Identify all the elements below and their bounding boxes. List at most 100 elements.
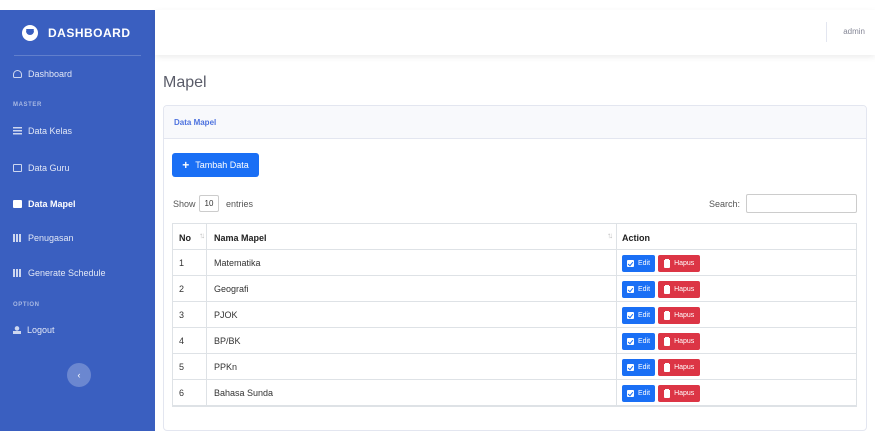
- cell-action: Edit Hapus: [617, 354, 858, 379]
- delete-label: Hapus: [674, 364, 695, 371]
- entries-length-select[interactable]: 10: [199, 195, 219, 212]
- search-label: Search:: [709, 199, 741, 209]
- cell-name: Matematika: [207, 250, 617, 275]
- cell-action: Edit Hapus: [617, 328, 858, 353]
- brand[interactable]: DASHBOARD: [0, 10, 155, 55]
- edit-button[interactable]: Edit: [622, 385, 656, 402]
- edit-button[interactable]: Edit: [622, 359, 656, 376]
- trash-icon: [664, 259, 671, 268]
- sidebar-divider: [14, 55, 141, 56]
- cell-no: 3: [173, 302, 207, 327]
- user-icon: [13, 326, 21, 334]
- cell-action: Edit Hapus: [617, 302, 858, 327]
- cell-name: Geografi: [207, 276, 617, 301]
- sidebar-item-dashboard[interactable]: Dashboard: [0, 64, 155, 84]
- edit-button[interactable]: Edit: [622, 307, 656, 324]
- delete-label: Hapus: [674, 312, 695, 319]
- chevron-left-icon: ‹: [77, 370, 81, 380]
- book-icon: [13, 200, 22, 208]
- edit-label: Edit: [638, 364, 651, 371]
- add-data-button[interactable]: + Tambah Data: [172, 153, 259, 177]
- user-menu[interactable]: admin: [843, 27, 865, 36]
- cell-action: Edit Hapus: [617, 250, 858, 275]
- header-label: Nama Mapel: [214, 233, 267, 243]
- sidebar-item-generate-schedule[interactable]: Generate Schedule: [0, 263, 155, 283]
- edit-button[interactable]: Edit: [622, 281, 656, 298]
- table-row: 1 Matematika Edit Hapus: [173, 250, 856, 276]
- delete-button[interactable]: Hapus: [658, 281, 701, 298]
- cell-name: BP/BK: [207, 328, 617, 353]
- dashboard-icon: [13, 70, 22, 78]
- table-body: 1 Matematika Edit Hapus 2 Geografi Edit Hapus 3 P…: [173, 250, 856, 406]
- edit-button[interactable]: Edit: [622, 333, 656, 350]
- trash-icon: [664, 389, 671, 398]
- sidebar-item-label: Logout: [27, 325, 55, 335]
- cell-action: Edit Hapus: [617, 380, 858, 405]
- sidebar-item-data-kelas[interactable]: Data Kelas: [0, 121, 155, 141]
- add-data-label: Tambah Data: [195, 160, 249, 170]
- column-header-action: Action: [617, 224, 858, 249]
- table-row: 4 BP/BK Edit Hapus: [173, 328, 856, 354]
- grid-icon: [13, 234, 22, 242]
- trash-icon: [664, 285, 671, 294]
- page-title: Mapel: [163, 74, 207, 91]
- mapel-table: No ↑↓ Nama Mapel ↑↓ Action 1 Matematika Ed…: [172, 223, 857, 407]
- sort-icon: ↑↓: [199, 231, 205, 240]
- card-header: Data Mapel: [164, 106, 866, 139]
- sidebar-item-label: Dashboard: [28, 69, 73, 79]
- delete-button[interactable]: Hapus: [658, 333, 701, 350]
- delete-label: Hapus: [674, 286, 695, 293]
- topbar: admin: [155, 10, 875, 55]
- cell-name: PJOK: [207, 302, 617, 327]
- trash-icon: [664, 337, 671, 346]
- cell-no: 1: [173, 250, 207, 275]
- edit-icon: [627, 364, 634, 371]
- sidebar-item-label: Penugasan: [28, 233, 74, 243]
- table-row: 3 PJOK Edit Hapus: [173, 302, 856, 328]
- table-row: 2 Geografi Edit Hapus: [173, 276, 856, 302]
- edit-label: Edit: [638, 390, 651, 397]
- delete-button[interactable]: Hapus: [658, 307, 701, 324]
- delete-label: Hapus: [674, 338, 695, 345]
- delete-label: Hapus: [674, 260, 695, 267]
- edit-icon: [627, 338, 634, 345]
- edit-button[interactable]: Edit: [622, 255, 656, 272]
- section-option: OPTION: [13, 302, 40, 308]
- delete-label: Hapus: [674, 390, 695, 397]
- edit-label: Edit: [638, 286, 651, 293]
- edit-label: Edit: [638, 312, 651, 319]
- sidebar-item-data-mapel[interactable]: Data Mapel: [0, 194, 155, 214]
- sidebar-item-penugasan[interactable]: Penugasan: [0, 228, 155, 248]
- brand-title: DASHBOARD: [48, 25, 131, 40]
- header-label: Action: [622, 233, 650, 243]
- delete-button[interactable]: Hapus: [658, 359, 701, 376]
- delete-button[interactable]: Hapus: [658, 385, 701, 402]
- cell-no: 6: [173, 380, 207, 405]
- sort-icon: ↑↓: [607, 231, 613, 240]
- search-input[interactable]: [746, 194, 857, 213]
- plus-icon: +: [182, 158, 190, 172]
- table-header: No ↑↓ Nama Mapel ↑↓ Action: [173, 224, 856, 250]
- cell-name: PPKn: [207, 354, 617, 379]
- show-label: Show: [173, 199, 196, 209]
- edit-icon: [627, 286, 634, 293]
- table-icon: [13, 127, 22, 135]
- grid-icon: [13, 269, 22, 277]
- column-header-no[interactable]: No ↑↓: [173, 224, 207, 249]
- sidebar-item-data-guru[interactable]: Data Guru: [0, 158, 155, 178]
- cell-name: Bahasa Sunda: [207, 380, 617, 405]
- sidebar-item-label: Data Kelas: [28, 126, 73, 136]
- edit-label: Edit: [638, 338, 651, 345]
- trash-icon: [664, 363, 671, 372]
- sidebar-item-logout[interactable]: Logout: [0, 320, 155, 340]
- trash-icon: [664, 311, 671, 320]
- cell-action: Edit Hapus: [617, 276, 858, 301]
- edit-icon: [627, 260, 634, 267]
- delete-button[interactable]: Hapus: [658, 255, 701, 272]
- table-row: 5 PPKn Edit Hapus: [173, 354, 856, 380]
- column-header-name[interactable]: Nama Mapel ↑↓: [207, 224, 617, 249]
- sidebar-toggle-button[interactable]: ‹: [67, 363, 91, 387]
- cell-no: 2: [173, 276, 207, 301]
- topbar-divider: [826, 22, 827, 42]
- sidebar-item-label: Generate Schedule: [28, 268, 106, 278]
